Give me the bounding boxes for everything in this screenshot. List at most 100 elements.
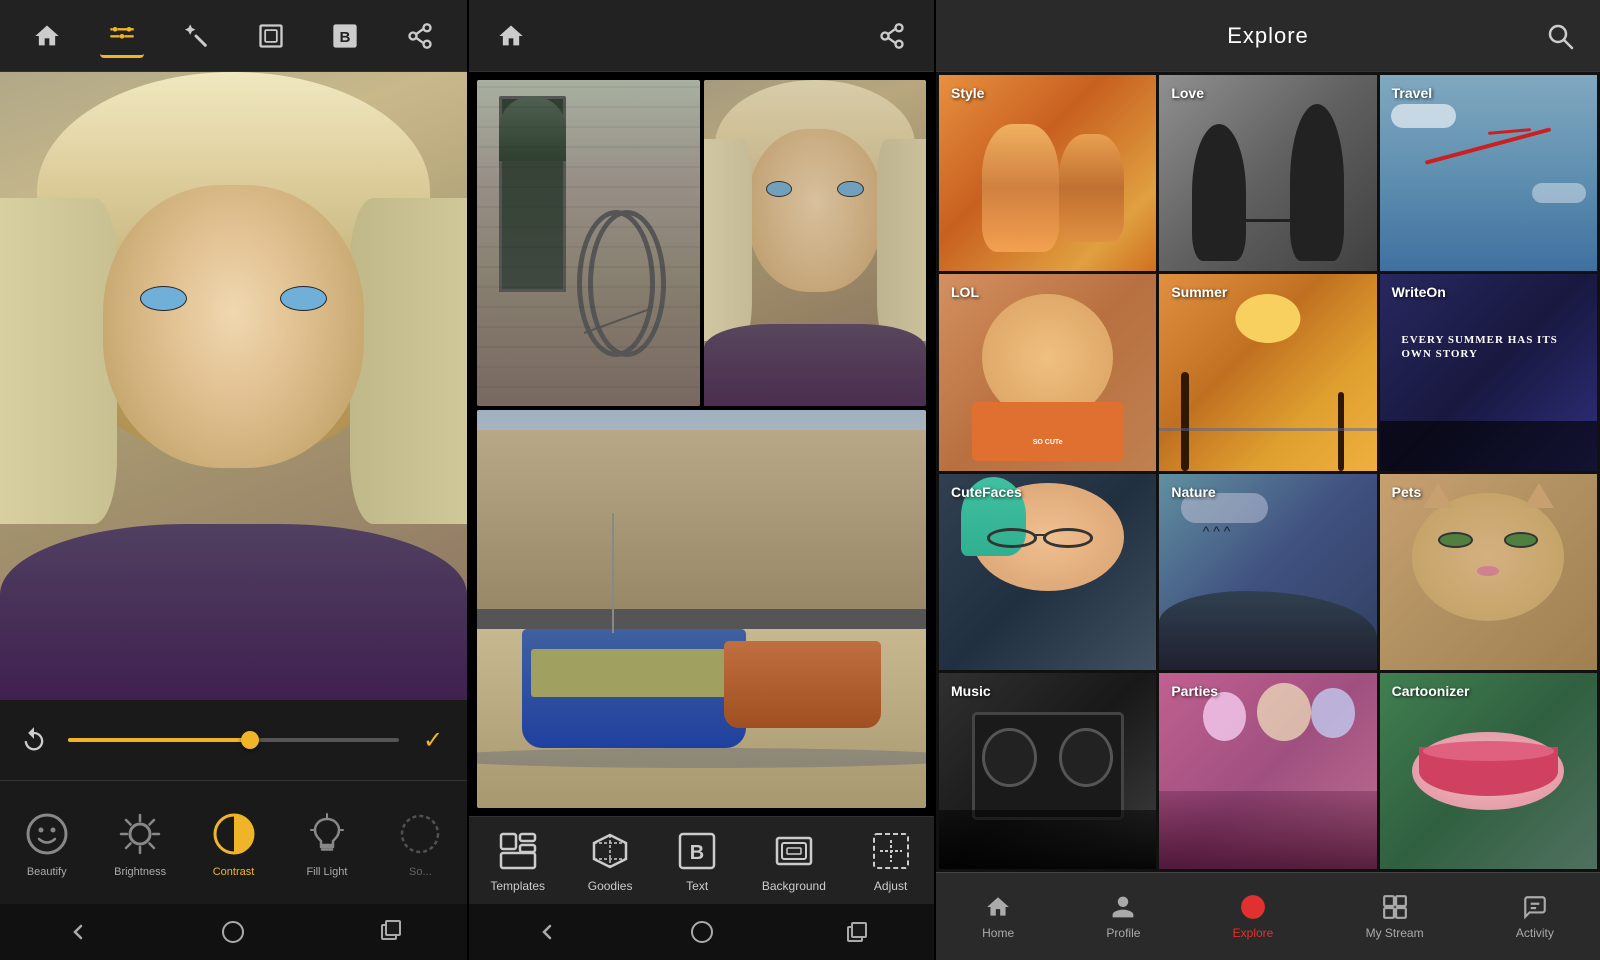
nav-mystream[interactable]: My Stream [1350,885,1440,948]
nav-explore-label: Explore [1233,926,1274,940]
nav-mystream-label: My Stream [1366,926,1424,940]
brightness-tool[interactable]: Brightness [93,800,186,886]
grid-item-cartoonizer[interactable]: Cartoonizer [1380,673,1597,869]
beautify-icon [21,808,73,860]
grid-item-nature[interactable]: ^ ^ ^ Nature [1159,474,1376,670]
panel-explore: Explore Style Love [934,0,1600,960]
goodies-label: Goodies [588,879,633,893]
soften-icon [394,808,446,860]
collage-toolbar [469,0,934,72]
back-button-1[interactable] [58,912,98,952]
explore-search-button[interactable] [1544,20,1576,52]
collage-tools-bar: Templates Goodies B Text [469,816,934,904]
recent-button-1[interactable] [369,912,409,952]
collage-share-button[interactable] [870,14,914,58]
text-overlay-button[interactable]: B [323,14,367,58]
nav-profile[interactable]: Profile [1090,885,1156,948]
grid-label-style: Style [951,85,984,101]
grid-item-cutefaces[interactable]: CuteFaces [939,474,1156,670]
collage-cell-boats[interactable] [477,410,926,808]
grid-label-pets: Pets [1392,484,1422,500]
svg-text:B: B [690,842,704,864]
panel-photo-editor: B [0,0,467,960]
grid-label-nature: Nature [1171,484,1215,500]
grid-label-summer: Summer [1171,284,1227,300]
collage-home-button[interactable] [489,14,533,58]
grid-item-parties[interactable]: Parties [1159,673,1376,869]
grid-item-music[interactable]: Music [939,673,1156,869]
filllight-label: Fill Light [306,866,347,878]
undo-button[interactable] [16,722,52,758]
share-button[interactable] [398,14,442,58]
beautify-tool[interactable]: Beautify [0,800,93,886]
nav-activity-icon [1521,893,1549,921]
frame-button[interactable] [249,14,293,58]
goodies-tool[interactable]: Goodies [588,829,633,893]
android-nav-bar-2 [469,904,934,960]
nav-activity-label: Activity [1516,926,1554,940]
contrast-tool[interactable]: Contrast [187,800,280,886]
photo-canvas [0,72,467,700]
editor-toolbar: B [0,0,467,72]
home-button-android-1[interactable] [213,912,253,952]
brightness-icon [114,808,166,860]
soften-tool[interactable]: So... [374,800,467,886]
adjust-tool[interactable]: Adjust [869,829,913,893]
grid-label-cartoonizer: Cartoonizer [1392,683,1470,699]
adjust-button[interactable] [100,14,144,58]
collage-cell-portrait[interactable] [704,80,927,406]
portrait-image [0,72,467,700]
nav-profile-label: Profile [1106,926,1140,940]
nav-home-label: Home [982,926,1014,940]
templates-label: Templates [490,879,545,893]
back-button-2[interactable] [527,912,567,952]
adjust-icon [869,829,913,873]
grid-item-writeon[interactable]: WriteOn Every Summer Has Its Own Story [1380,274,1597,470]
collage-canvas [469,72,934,816]
beautify-label: Beautify [27,866,67,878]
explore-title: Explore [1227,23,1309,49]
contrast-slider[interactable] [68,738,399,742]
soften-label: So... [409,866,432,878]
slider-thumb[interactable] [241,731,259,749]
explore-grid: Style Love Travel [936,72,1600,872]
panel-collage-editor: Templates Goodies B Text [467,0,934,960]
android-nav-bar-1 [0,904,467,960]
grid-item-style[interactable]: Style [939,75,1156,271]
nav-explore[interactable]: Explore [1217,885,1290,948]
grid-item-pets[interactable]: Pets [1380,474,1597,670]
grid-label-lol: LOL [951,284,979,300]
collage-top-row [477,80,926,406]
filllight-tool[interactable]: Fill Light [280,800,373,886]
background-tool[interactable]: Background [762,829,826,893]
nav-profile-icon [1109,893,1137,921]
grid-item-love[interactable]: Love [1159,75,1376,271]
text-tool[interactable]: B Text [675,829,719,893]
nav-home[interactable]: Home [966,885,1030,948]
slider-area: ✓ [0,700,467,780]
grid-label-love: Love [1171,85,1204,101]
text-label: Text [686,879,708,893]
background-label: Background [762,879,826,893]
filllight-icon [301,808,353,860]
magic-button[interactable] [174,14,218,58]
grid-label-music: Music [951,683,991,699]
slider-fill [68,738,250,742]
nav-explore-icon [1239,893,1267,921]
recent-button-2[interactable] [837,912,877,952]
templates-icon [496,829,540,873]
bottom-controls: ✓ Beautify [0,700,467,960]
home-button[interactable] [25,14,69,58]
grid-item-summer[interactable]: Summer [1159,274,1376,470]
grid-item-lol[interactable]: SO CUTe LOL [939,274,1156,470]
explore-header: Explore [936,0,1600,72]
home-button-android-2[interactable] [682,912,722,952]
explore-bottom-nav: Home Profile Ex [936,872,1600,960]
nav-activity[interactable]: Activity [1500,885,1570,948]
grid-item-travel[interactable]: Travel [1380,75,1597,271]
grid-label-parties: Parties [1171,683,1218,699]
grid-label-writeon: WriteOn [1392,284,1446,300]
templates-tool[interactable]: Templates [490,829,545,893]
confirm-button[interactable]: ✓ [415,722,451,758]
collage-cell-bike[interactable] [477,80,700,406]
